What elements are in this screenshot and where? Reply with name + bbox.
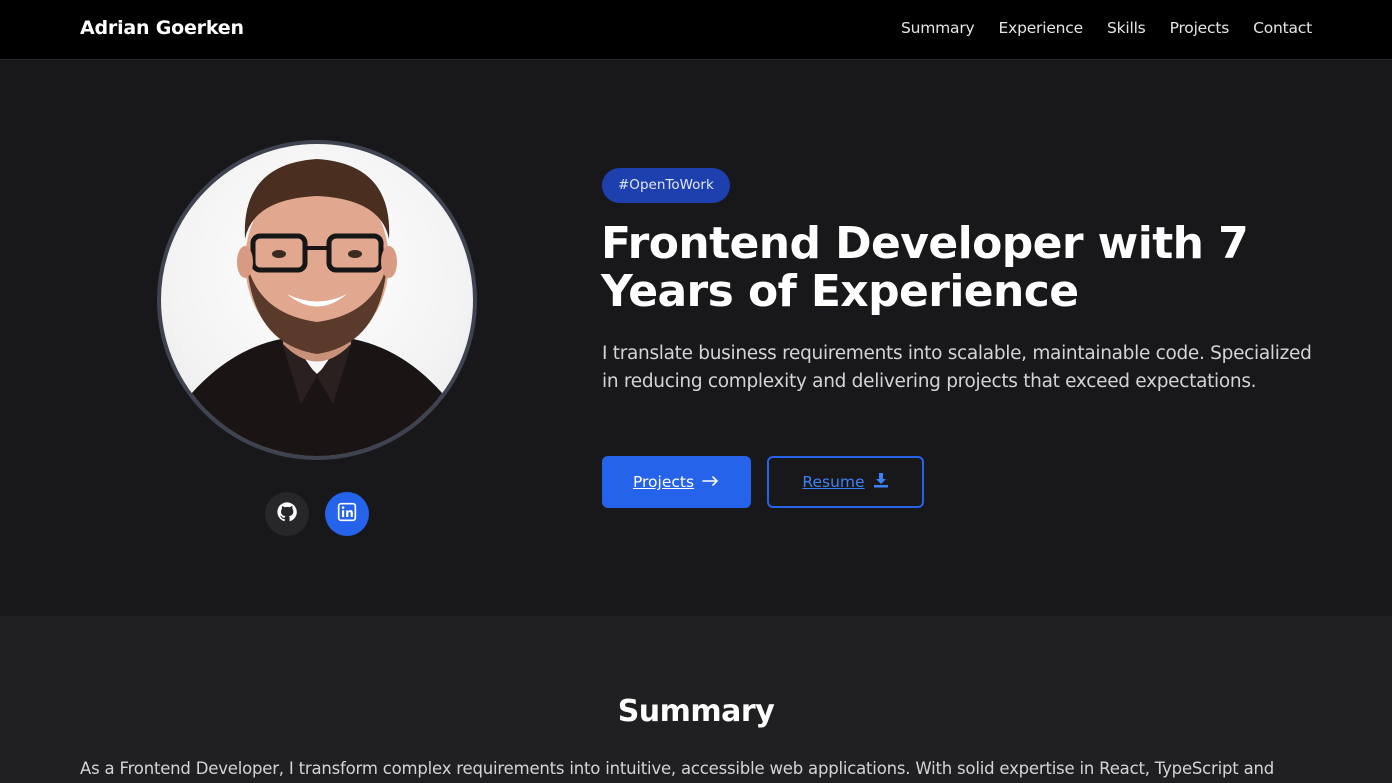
arrow-right-icon (702, 473, 720, 491)
top-navbar: Adrian Goerken Summary Experience Skills… (0, 0, 1392, 60)
linkedin-icon (337, 502, 357, 526)
open-to-work-badge: #OpenToWork (602, 168, 730, 203)
projects-button[interactable]: Projects (602, 456, 751, 508)
resume-button-label: Resume (802, 473, 865, 491)
summary-section: Summary As a Frontend Developer, I trans… (0, 616, 1392, 783)
profile-photo (157, 140, 477, 460)
nav-link-skills[interactable]: Skills (1107, 19, 1146, 37)
hero-section: #OpenToWork Frontend Developer with 7 Ye… (0, 60, 1392, 616)
nav-link-summary[interactable]: Summary (901, 19, 975, 37)
hero-description: I translate business requirements into s… (602, 343, 1312, 392)
github-icon (277, 502, 297, 526)
summary-heading: Summary (617, 694, 775, 729)
site-brand[interactable]: Adrian Goerken (80, 17, 244, 39)
nav-link-projects[interactable]: Projects (1170, 19, 1230, 37)
download-icon (873, 472, 889, 492)
hero-headline: Frontend Developer with 7 Years of Exper… (601, 218, 1249, 317)
nav-link-contact[interactable]: Contact (1253, 19, 1312, 37)
github-link[interactable] (265, 492, 309, 536)
projects-button-label: Projects (632, 473, 695, 491)
nav-link-experience[interactable]: Experience (999, 19, 1084, 37)
main-nav: Summary Experience Skills Projects Conta… (901, 19, 1312, 37)
resume-button[interactable]: Resume (767, 456, 924, 508)
summary-paragraph: As a Frontend Developer, I transform com… (80, 759, 1275, 778)
linkedin-link[interactable] (325, 492, 369, 536)
